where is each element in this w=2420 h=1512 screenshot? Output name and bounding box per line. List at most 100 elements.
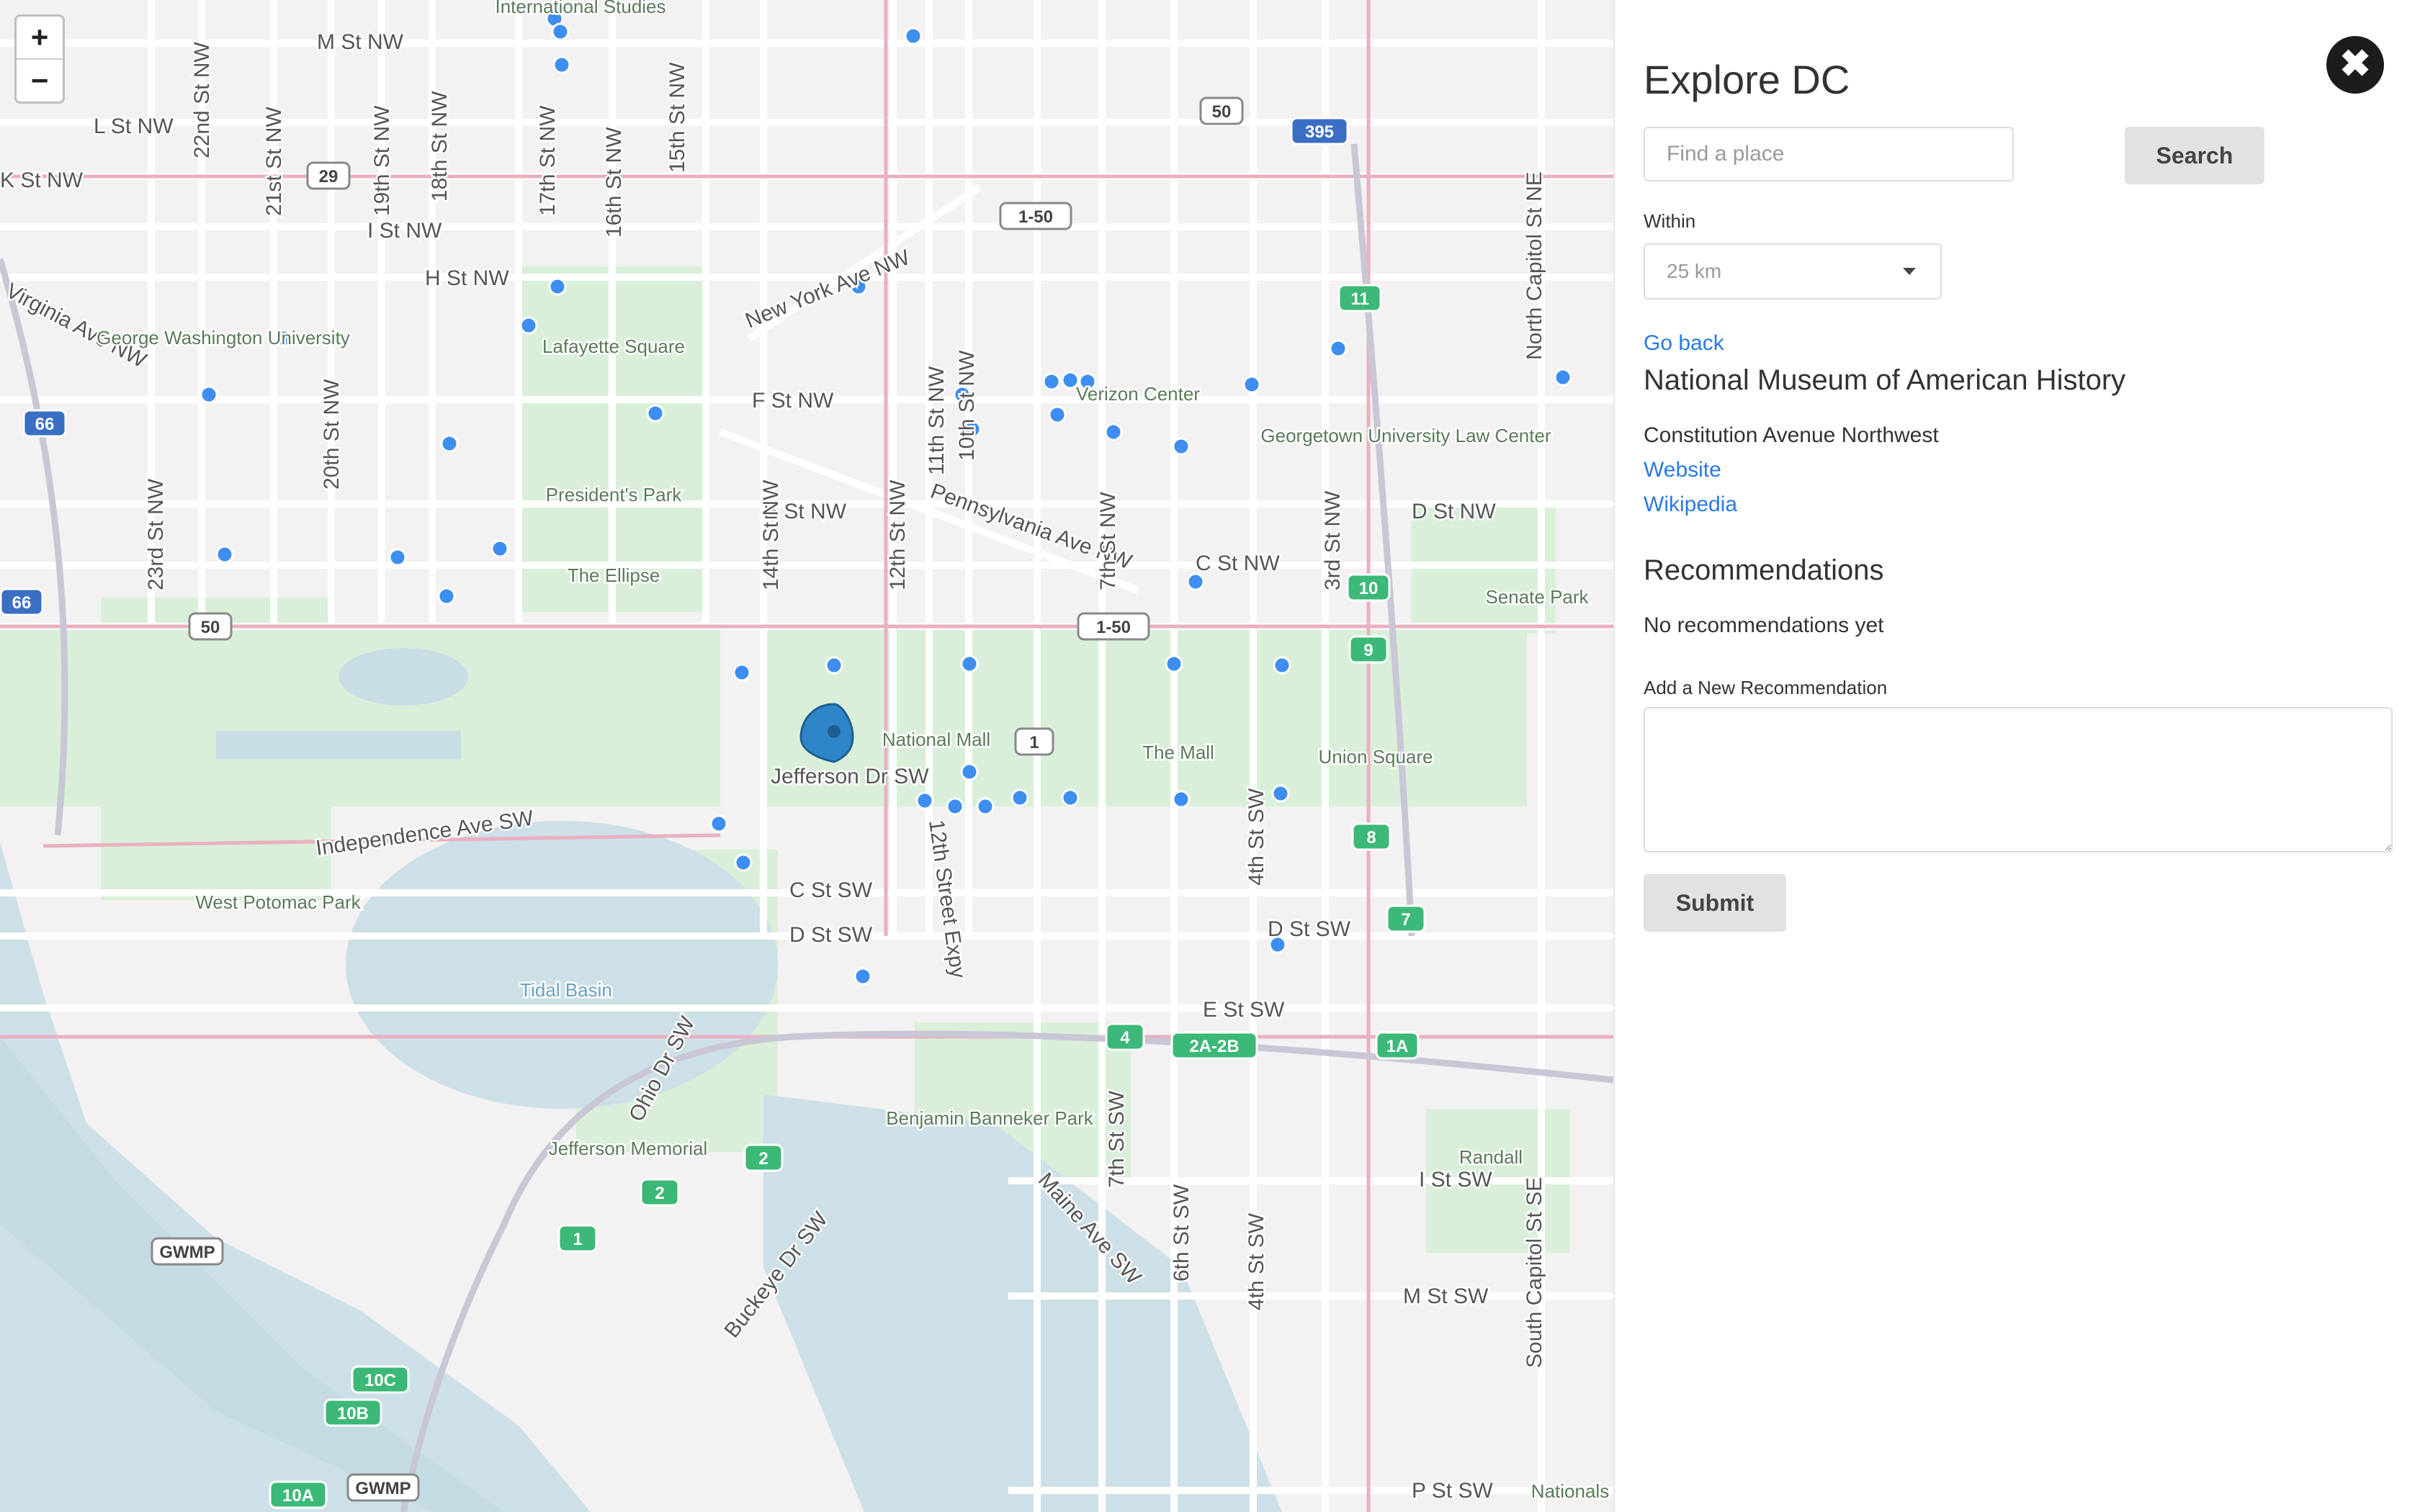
street-label: 19th St NW	[370, 105, 394, 216]
no-recommendations-text: No recommendations yet	[1644, 613, 1884, 637]
recommendations-heading: Recommendations	[1644, 554, 1884, 586]
side-panel: ✖ Explore DC Search Within 25 km Go back…	[1613, 0, 2420, 1512]
street-label: L St NW	[94, 114, 174, 138]
street-label: 3rd St NW	[1321, 490, 1345, 590]
add-recommendation-label: Add a New Recommendation	[1644, 677, 1888, 698]
place-label: The Mall	[1142, 742, 1214, 763]
street-label: Ohio Dr SW	[624, 1012, 700, 1125]
route-shield-label: 10C	[364, 1371, 396, 1390]
street-label: F St NW	[752, 389, 834, 413]
route-shield-label: GWMP	[159, 1243, 215, 1262]
wikipedia-link[interactable]: Wikipedia	[1644, 492, 1737, 517]
route-shield-label: 8	[1366, 828, 1376, 847]
street-label: 7th St SW	[1105, 1090, 1129, 1188]
labels-layer: M St NW L St NW K St NW I St NW H St NW F St …	[0, 0, 1611, 1509]
route-shield-label: GWMP	[355, 1479, 411, 1498]
place-label: Georgetown University Law Center	[1260, 425, 1551, 446]
street-label: 14th St NW	[759, 480, 783, 590]
zoom-out-button[interactable]: −	[17, 58, 63, 102]
route-shield-label: 2A-2B	[1189, 1037, 1239, 1056]
place-label: Jefferson Memorial	[549, 1138, 708, 1159]
street-label: South Capitol St SE	[1523, 1177, 1546, 1368]
route-shield-label: 1A	[1386, 1037, 1409, 1056]
within-label: Within	[1644, 210, 1696, 232]
street-label: Maine Ave SW	[1034, 1169, 1146, 1290]
place-label: President's Park	[546, 484, 682, 505]
submit-button[interactable]: Submit	[1644, 874, 1786, 932]
route-shield-label: 10A	[282, 1486, 314, 1506]
route-shield-label: 66	[12, 593, 32, 613]
route-shield-label: 50	[201, 618, 220, 637]
street-label: 23rd St NW	[144, 478, 168, 590]
route-shield-label: 4	[1120, 1028, 1130, 1048]
close-icon[interactable]: ✖	[2326, 36, 2384, 94]
route-shield-label: 10	[1359, 579, 1379, 598]
street-label: D St SW	[1268, 917, 1351, 941]
place-label: International Studies	[495, 0, 666, 17]
place-label: Lafayette Square	[542, 336, 685, 357]
street-label: M St SW	[1403, 1284, 1489, 1308]
within-select[interactable]: 25 km	[1644, 243, 1942, 300]
street-label: D St NW	[1412, 500, 1496, 523]
street-label: 21st St NW	[262, 107, 286, 216]
street-label: I St SW	[1419, 1168, 1492, 1192]
route-shield-label: 66	[35, 415, 55, 434]
street-label: P St SW	[1412, 1479, 1493, 1503]
street-label: 4th St SW	[1245, 1212, 1268, 1310]
route-shield-label: 1-50	[1096, 618, 1131, 637]
search-input[interactable]	[1644, 127, 2014, 181]
street-label: Virginia Ave NW	[2, 279, 151, 373]
street-label: 20th St NW	[320, 379, 344, 490]
route-shield-label: 2	[758, 1149, 768, 1169]
route-shield-label: 1	[1029, 733, 1039, 752]
street-label: I St NW	[367, 219, 442, 243]
zoom-in-button[interactable]: +	[17, 17, 63, 58]
place-label: The Ellipse	[568, 564, 660, 586]
place-label: Benjamin Banneker Park	[886, 1107, 1094, 1129]
map[interactable]: M St NW L St NW K St NW I St NW H St NW F St …	[0, 0, 1613, 1512]
go-back-link[interactable]: Go back	[1644, 331, 1724, 356]
page-title: Explore DC	[1644, 57, 1850, 102]
place-label: Nationals	[1531, 1480, 1609, 1502]
route-shield-label: 10B	[337, 1404, 369, 1423]
street-label: C St NW	[1196, 552, 1280, 575]
street-label: 11th St NW	[925, 366, 949, 475]
route-shield-label: 11	[1350, 289, 1368, 309]
route-shield-label: 29	[319, 167, 339, 186]
place-label: Verizon Center	[1076, 383, 1200, 405]
street-label: 6th St SW	[1170, 1184, 1193, 1282]
website-link[interactable]: Website	[1644, 458, 1721, 482]
street-label: 12th St NW	[886, 480, 910, 590]
place-label: Tidal Basin	[520, 979, 612, 1001]
route-shield-label: 7	[1401, 910, 1410, 930]
street-label: 7th St NW	[1096, 492, 1120, 590]
street-label: K St NW	[0, 168, 84, 192]
route-shield-label: 1-50	[1018, 207, 1053, 227]
street-label: D St SW	[789, 923, 873, 947]
route-shield-label: 2	[655, 1184, 664, 1203]
street-label: North Capitol St NE	[1523, 171, 1546, 360]
place-label: Union Square	[1319, 746, 1433, 768]
street-label: Jefferson Dr SW	[771, 765, 929, 788]
street-label: 18th St NW	[428, 91, 452, 202]
street-label: 10th St NW	[955, 350, 979, 461]
street-label: 4th St SW	[1245, 788, 1268, 886]
street-label: 12th Street Expy	[924, 818, 970, 979]
place-address: Constitution Avenue Northwest	[1644, 423, 1939, 447]
route-shield-label: 395	[1305, 122, 1334, 142]
place-name: National Museum of American History	[1644, 364, 2126, 396]
street-label: 15th St NW	[666, 62, 689, 173]
street-label: Buckeye Dr SW	[720, 1207, 833, 1343]
street-label: C St SW	[789, 878, 873, 902]
chevron-down-icon	[1903, 268, 1916, 275]
street-label: H St NW	[425, 266, 509, 290]
place-label: George Washington University	[97, 327, 350, 348]
place-label: National Mall	[882, 729, 990, 750]
street-label: New York Ave NW	[742, 246, 913, 333]
street-label: M St NW	[317, 30, 404, 54]
zoom-control[interactable]: + −	[14, 14, 65, 104]
search-button[interactable]: Search	[2125, 127, 2264, 184]
recommendation-textarea[interactable]	[1644, 707, 2393, 852]
place-label: West Potomac Park	[195, 891, 361, 913]
street-label: 17th St NW	[536, 105, 560, 216]
